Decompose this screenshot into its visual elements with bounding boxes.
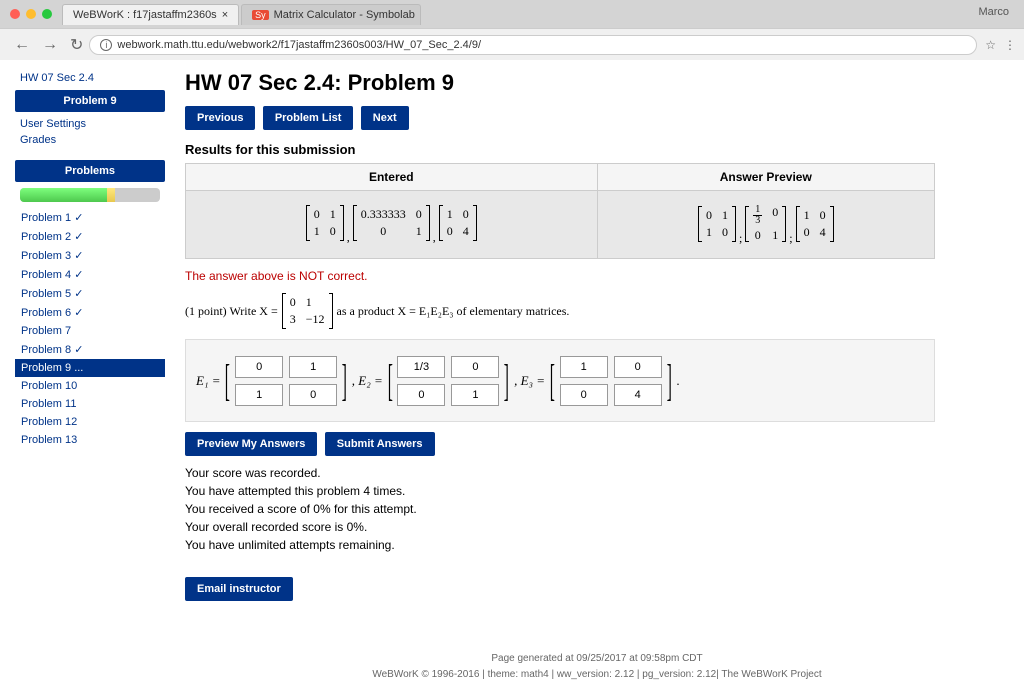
problem-link-6[interactable]: Problem 6 ✓ bbox=[15, 303, 165, 322]
maximize-window-icon[interactable] bbox=[42, 9, 52, 19]
tab-webwork[interactable]: WeBWorK : f17jastaffm2360s× bbox=[62, 4, 239, 25]
progress-bar bbox=[20, 188, 160, 202]
email-instructor-button[interactable]: Email instructor bbox=[185, 577, 293, 601]
problem-link-4[interactable]: Problem 4 ✓ bbox=[15, 265, 165, 284]
close-tab-icon[interactable]: × bbox=[420, 9, 421, 21]
e2-r1c1[interactable] bbox=[397, 356, 445, 378]
e1-r1c1[interactable] bbox=[235, 356, 283, 378]
progress-partial bbox=[107, 188, 115, 202]
close-window-icon[interactable] bbox=[10, 9, 20, 19]
submit-answers-button[interactable]: Submit Answers bbox=[325, 432, 435, 456]
address-bar[interactable]: i webwork.math.ttu.edu/webwork2/f17jasta… bbox=[89, 35, 977, 55]
e3-r1c1[interactable] bbox=[560, 356, 608, 378]
problem-link-3[interactable]: Problem 3 ✓ bbox=[15, 246, 165, 265]
e3-r1c2[interactable] bbox=[614, 356, 662, 378]
error-message: The answer above is NOT correct. bbox=[185, 269, 1009, 283]
e1-r2c2[interactable] bbox=[289, 384, 337, 406]
problem-link-7[interactable]: Problem 7 bbox=[15, 322, 165, 340]
next-button[interactable]: Next bbox=[361, 106, 409, 130]
reload-button[interactable]: ↻ bbox=[70, 35, 83, 55]
page-title: HW 07 Sec 2.4: Problem 9 bbox=[185, 70, 1009, 96]
previous-button[interactable]: Previous bbox=[185, 106, 255, 130]
score-summary: Your score was recorded. You have attemp… bbox=[185, 464, 1009, 554]
problem-link-8[interactable]: Problem 8 ✓ bbox=[15, 340, 165, 359]
traffic-lights bbox=[10, 9, 52, 19]
sidebar-user-settings[interactable]: User Settings bbox=[15, 116, 165, 132]
problem-link-11[interactable]: Problem 11 bbox=[15, 395, 165, 413]
sidebar-grades[interactable]: Grades bbox=[15, 132, 165, 148]
problem-link-9[interactable]: Problem 9 ... bbox=[15, 359, 165, 377]
e3-r2c2[interactable] bbox=[614, 384, 662, 406]
main-content: HW 07 Sec 2.4: Problem 9 Previous Proble… bbox=[185, 70, 1009, 683]
progress-complete bbox=[20, 188, 107, 202]
menu-icon[interactable]: ⋮ bbox=[1004, 38, 1016, 52]
cell-preview: 0110 ; 13001 ; 1004 bbox=[597, 191, 934, 259]
e1-r2c1[interactable] bbox=[235, 384, 283, 406]
e2-r1c2[interactable] bbox=[451, 356, 499, 378]
th-preview: Answer Preview bbox=[597, 164, 934, 191]
sidebar-hw-link[interactable]: HW 07 Sec 2.4 bbox=[15, 70, 165, 86]
e1-r1c2[interactable] bbox=[289, 356, 337, 378]
back-button[interactable]: ← bbox=[14, 36, 30, 54]
problem-link-12[interactable]: Problem 12 bbox=[15, 413, 165, 431]
problem-link-1[interactable]: Problem 1 ✓ bbox=[15, 208, 165, 227]
symbolab-icon: Sy bbox=[252, 10, 269, 20]
sidebar-current-problem[interactable]: Problem 9 bbox=[15, 90, 165, 112]
profile-name: Marco bbox=[978, 6, 1009, 18]
problem-statement: (1 point) Write X = 013−12 as a product … bbox=[185, 293, 1009, 329]
tab-strip: WeBWorK : f17jastaffm2360s× SyMatrix Cal… bbox=[0, 0, 1024, 28]
problem-link-5[interactable]: Problem 5 ✓ bbox=[15, 284, 165, 303]
th-entered: Entered bbox=[186, 164, 598, 191]
problem-link-2[interactable]: Problem 2 ✓ bbox=[15, 227, 165, 246]
browser-chrome: Marco WeBWorK : f17jastaffm2360s× SyMatr… bbox=[0, 0, 1024, 60]
results-heading: Results for this submission bbox=[185, 142, 1009, 157]
page-footer: Page generated at 09/25/2017 at 09:58pm … bbox=[185, 651, 1009, 683]
url-bar-row: ← → ↻ i webwork.math.ttu.edu/webwork2/f1… bbox=[0, 28, 1024, 60]
forward-button[interactable]: → bbox=[42, 36, 58, 54]
problem-list: Problem 1 ✓ Problem 2 ✓ Problem 3 ✓ Prob… bbox=[15, 208, 165, 449]
sidebar: HW 07 Sec 2.4 Problem 9 User Settings Gr… bbox=[15, 70, 165, 683]
tab-symbolab[interactable]: SyMatrix Calculator - Symbolab× bbox=[241, 4, 421, 25]
problem-link-10[interactable]: Problem 10 bbox=[15, 377, 165, 395]
e3-r2c1[interactable] bbox=[560, 384, 608, 406]
sidebar-problems-header: Problems bbox=[15, 160, 165, 182]
preview-answers-button[interactable]: Preview My Answers bbox=[185, 432, 317, 456]
cell-entered: 0110 , 0.333333001 , 1004 bbox=[186, 191, 598, 259]
minimize-window-icon[interactable] bbox=[26, 9, 36, 19]
problem-list-button[interactable]: Problem List bbox=[263, 106, 354, 130]
answer-form: E₁ = [ ] , E₂ = [ bbox=[185, 339, 935, 422]
results-table: Entered Answer Preview 0110 , 0.33333300… bbox=[185, 163, 935, 259]
close-tab-icon[interactable]: × bbox=[222, 9, 228, 21]
star-icon[interactable]: ☆ bbox=[985, 38, 996, 52]
e2-r2c1[interactable] bbox=[397, 384, 445, 406]
problem-link-13[interactable]: Problem 13 bbox=[15, 431, 165, 449]
e2-r2c2[interactable] bbox=[451, 384, 499, 406]
site-info-icon[interactable]: i bbox=[100, 39, 112, 51]
